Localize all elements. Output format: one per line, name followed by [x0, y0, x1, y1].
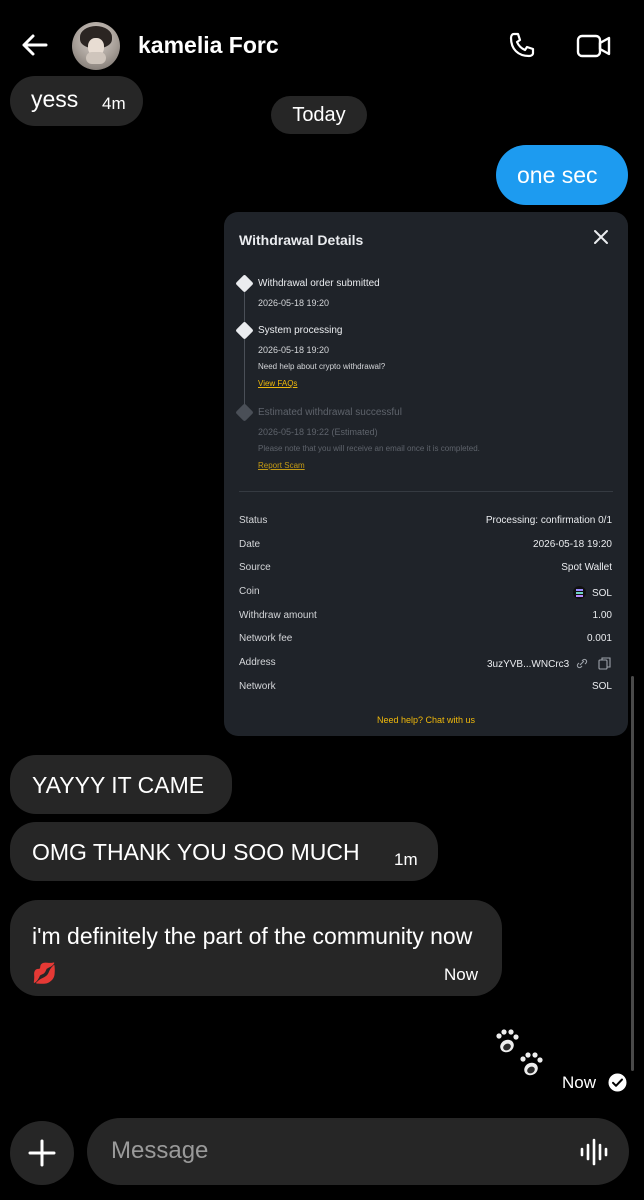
message-text: i'm definitely the part of the community…: [32, 923, 473, 949]
message-bubble-yess[interactable]: yess 4m: [10, 76, 143, 126]
detail-value: SOL: [591, 588, 612, 599]
detail-value: Spot Wallet: [561, 562, 612, 573]
coin-value: SOL: [572, 586, 612, 599]
detail-value: 0.001: [586, 633, 612, 644]
seen-status: Now: [562, 1073, 597, 1092]
paw-prints-icon[interactable]: [493, 1028, 549, 1082]
message-text: OMG THANK YOU SOO MUCH: [32, 839, 360, 865]
step-note: Please note that you will receive an ema…: [258, 444, 480, 453]
step-pending-icon: [235, 403, 254, 422]
address-value: 3uzYVB...WNCrc3: [487, 657, 612, 670]
withdrawal-title: Withdrawal Details: [239, 232, 364, 248]
message-bubble-yay[interactable]: YAYYY IT CAME: [10, 755, 232, 814]
step-title: System processing: [258, 325, 343, 336]
message-text: one sec: [517, 162, 598, 188]
video-icon[interactable]: [576, 32, 612, 60]
message-field[interactable]: [87, 1118, 629, 1185]
step-title: Estimated withdrawal successful: [258, 407, 402, 418]
divider: [239, 491, 613, 492]
detail-label: Network fee: [239, 633, 293, 644]
message-text: YAYYY IT CAME: [32, 772, 205, 798]
step-date: 2026-05-18 19:20: [258, 345, 330, 355]
close-icon: [594, 230, 608, 244]
withdrawal-details-image[interactable]: Withdrawal Details Withdrawal order subm…: [224, 212, 628, 736]
detail-value: 2026-05-18 19:20: [533, 539, 612, 550]
report-scam-link: Report Scam: [258, 461, 305, 470]
avatar[interactable]: [72, 22, 120, 70]
step-date: 2026-05-18 19:20: [258, 298, 330, 308]
need-help-link: Need help? Chat with us: [376, 715, 476, 725]
read-check-icon: [608, 1073, 627, 1092]
timeline-line: [244, 288, 245, 412]
message-time: 1m: [394, 850, 418, 869]
step-processing-icon: [235, 321, 254, 340]
kiss-emoji: 💋: [32, 963, 57, 985]
solana-icon: [572, 586, 586, 599]
detail-label: Address: [239, 657, 276, 668]
detail-label: Coin: [239, 586, 260, 597]
detail-label: Source: [239, 562, 271, 573]
message-bubble-one-sec[interactable]: one sec: [496, 145, 628, 205]
detail-label: Date: [239, 539, 261, 550]
step-title: Withdrawal order submitted: [258, 278, 380, 289]
message-input[interactable]: [111, 1136, 551, 1166]
step-note: Need help about crypto withdrawal?: [258, 362, 386, 371]
step-date: 2026-05-18 19:22 (Estimated): [258, 427, 378, 437]
detail-label: Network: [239, 681, 276, 692]
message-bubble-definitely[interactable]: i'm definitely the part of the community…: [10, 900, 502, 996]
message-text: yess: [31, 86, 79, 112]
view-faqs-link: View FAQs: [258, 379, 298, 388]
detail-value: Processing: confirmation 0/1: [485, 515, 612, 526]
contact-name[interactable]: kamelia Forc: [138, 32, 279, 59]
detail-value: 1.00: [592, 610, 612, 621]
step-complete-icon: [235, 274, 254, 293]
day-separator: Today: [271, 96, 367, 134]
back-arrow-icon[interactable]: [18, 28, 52, 62]
detail-value: 3uzYVB...WNCrc3: [486, 659, 570, 670]
link-copy-icons: [576, 657, 611, 670]
detail-label: Status: [239, 515, 268, 526]
scrollbar[interactable]: [631, 676, 634, 1071]
plus-icon: [28, 1139, 56, 1167]
detail-value: SOL: [591, 681, 612, 692]
message-bubble-omg[interactable]: OMG THANK YOU SOO MUCH 1m: [10, 822, 438, 881]
phone-icon[interactable]: [505, 30, 537, 62]
voice-message-icon[interactable]: [579, 1137, 609, 1167]
message-time: Now: [444, 965, 479, 984]
detail-label: Withdraw amount: [239, 610, 317, 621]
message-text-wrapper: i'm definitely the part of the community…: [32, 918, 502, 992]
message-time: 4m: [102, 94, 126, 113]
add-attachment-button[interactable]: [10, 1121, 74, 1185]
